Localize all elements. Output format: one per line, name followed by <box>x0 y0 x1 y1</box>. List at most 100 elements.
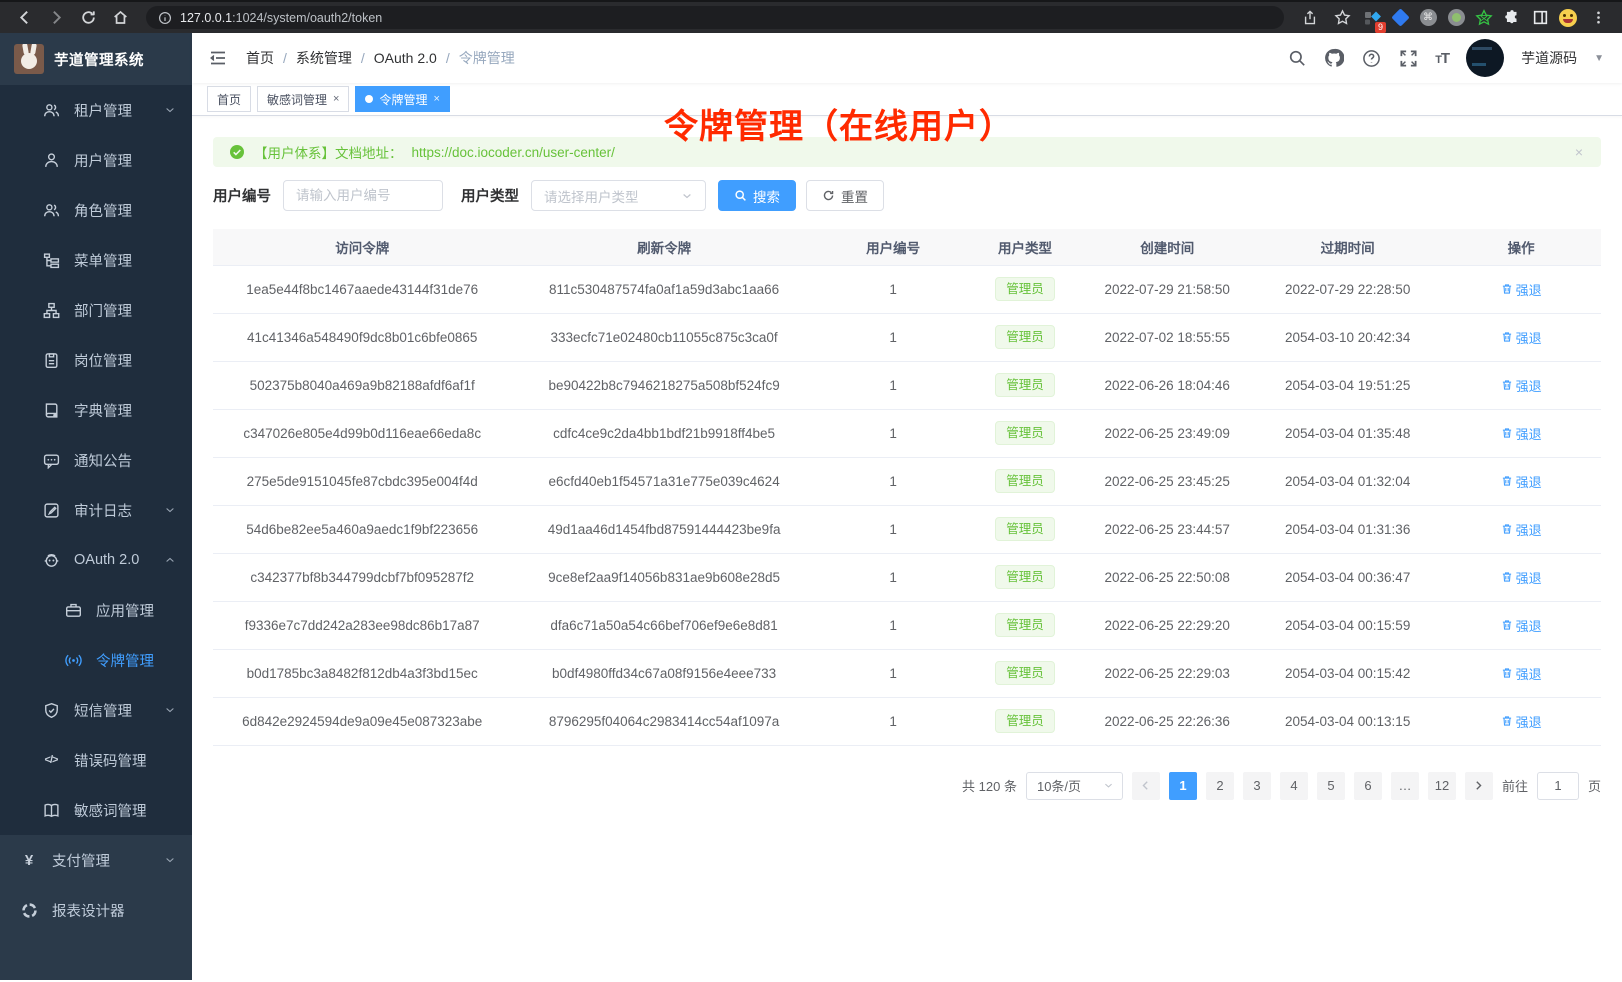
sidebar-item-角色管理[interactable]: 角色管理 <box>0 185 192 235</box>
sidebar-item-令牌管理[interactable]: 令牌管理 <box>0 635 192 685</box>
force-logout-button[interactable]: 强退 <box>1501 472 1542 491</box>
prev-page-button[interactable] <box>1132 772 1160 800</box>
token-table: 访问令牌刷新令牌用户编号用户类型创建时间过期时间操作 1ea5e44f8bc14… <box>213 229 1601 746</box>
expire-time-cell: 2022-07-29 22:28:50 <box>1254 265 1441 313</box>
breadcrumb-separator: / <box>283 50 287 66</box>
yen-icon: ¥ <box>20 851 38 869</box>
force-logout-button[interactable]: 强退 <box>1501 616 1542 635</box>
sidebar-item-label: 岗位管理 <box>74 350 132 371</box>
sidebar-item-label: 支付管理 <box>52 850 110 871</box>
force-logout-button[interactable]: 强退 <box>1501 664 1542 683</box>
force-logout-button[interactable]: 强退 <box>1501 568 1542 587</box>
sidebar-item-岗位管理[interactable]: 岗位管理 <box>0 335 192 385</box>
page-ellipsis-button[interactable]: … <box>1391 772 1419 800</box>
github-icon[interactable] <box>1324 48 1344 68</box>
sidebar-item-部门管理[interactable]: 部门管理 <box>0 285 192 335</box>
sidebar-item-短信管理[interactable]: 短信管理 <box>0 685 192 735</box>
sidebar-item-字典管理[interactable]: 字典管理 <box>0 385 192 435</box>
breadcrumb-item-系统管理[interactable]: 系统管理 <box>296 48 352 68</box>
page-button-5[interactable]: 5 <box>1317 772 1345 800</box>
force-logout-button[interactable]: 强退 <box>1501 280 1542 299</box>
browser-forward-icon[interactable] <box>42 5 70 31</box>
app-logo-row[interactable]: 芋道管理系统 <box>0 33 192 85</box>
page-size-select[interactable]: 10条/页 <box>1026 772 1123 800</box>
page-button-6[interactable]: 6 <box>1354 772 1382 800</box>
tab-敏感词管理[interactable]: 敏感词管理 × <box>257 86 349 112</box>
search-button[interactable]: 搜索 <box>718 180 796 211</box>
sidebar-item-审计日志[interactable]: 审计日志 <box>0 485 192 535</box>
force-logout-button[interactable]: 强退 <box>1501 424 1542 443</box>
reset-button[interactable]: 重置 <box>806 180 884 211</box>
force-logout-button[interactable]: 强退 <box>1501 520 1542 539</box>
browser-back-icon[interactable] <box>10 5 38 31</box>
user-avatar[interactable] <box>1466 39 1504 77</box>
user-id-input[interactable] <box>283 180 443 211</box>
user-menu-caret-icon[interactable]: ▼ <box>1594 53 1604 64</box>
page-button-4[interactable]: 4 <box>1280 772 1308 800</box>
help-icon[interactable] <box>1361 48 1381 68</box>
page-button-2[interactable]: 2 <box>1206 772 1234 800</box>
url-bar[interactable]: 127.0.0.1:1024/system/oauth2/token <box>146 6 1284 29</box>
tab-label: 敏感词管理 <box>267 91 327 108</box>
extension-gem-icon[interactable] <box>1388 6 1412 30</box>
search-icon[interactable] <box>1287 48 1307 68</box>
sidebar-item-用户管理[interactable]: 用户管理 <box>0 135 192 185</box>
browser-menu-icon[interactable] <box>1584 5 1612 31</box>
refresh-token-cell: 49d1aa46d1454fbd87591444423be9fa <box>511 505 816 553</box>
sidebar-item-菜单管理[interactable]: 菜单管理 <box>0 235 192 285</box>
alert-doc-link[interactable]: https://doc.iocoder.cn/user-center/ <box>412 145 615 160</box>
table-header-row: 访问令牌刷新令牌用户编号用户类型创建时间过期时间操作 <box>213 229 1601 265</box>
chevron-down-icon <box>164 104 176 116</box>
page-button-12[interactable]: 12 <box>1428 772 1456 800</box>
force-logout-button[interactable]: 强退 <box>1501 712 1542 731</box>
sidebar-panel-icon[interactable] <box>1528 6 1552 30</box>
page-button-1[interactable]: 1 <box>1169 772 1197 800</box>
collapse-sidebar-icon[interactable] <box>208 47 230 69</box>
action-cell: 强退 <box>1441 457 1601 505</box>
sidebar-item-应用管理[interactable]: 应用管理 <box>0 585 192 635</box>
extension-puzzle-icon[interactable] <box>1500 6 1524 30</box>
sidebar-item-通知公告[interactable]: 通知公告 <box>0 435 192 485</box>
force-logout-button[interactable]: 强退 <box>1501 376 1542 395</box>
sidebar-item-错误码管理[interactable]: </>错误码管理 <box>0 735 192 785</box>
user-id-cell: 1 <box>817 553 970 601</box>
extension-star-icon[interactable] <box>1472 6 1496 30</box>
fullscreen-icon[interactable] <box>1398 48 1418 68</box>
tab-close-icon[interactable]: × <box>433 93 439 105</box>
user-id-cell: 1 <box>817 409 970 457</box>
sidebar-item-敏感词管理[interactable]: 敏感词管理 <box>0 785 192 835</box>
badge-icon <box>42 351 60 369</box>
extension-command-icon[interactable]: ⌘ <box>1416 6 1440 30</box>
browser-reload-icon[interactable] <box>74 5 102 31</box>
goto-page-input[interactable] <box>1537 772 1579 800</box>
page-button-3[interactable]: 3 <box>1243 772 1271 800</box>
sidebar-item-OAuth 2.0[interactable]: OAuth 2.0 <box>0 535 192 585</box>
tab-首页[interactable]: 首页 <box>207 86 251 112</box>
breadcrumb-item-令牌管理: 令牌管理 <box>459 48 515 68</box>
sidebar-item-租户管理[interactable]: 租户管理 <box>0 85 192 135</box>
table-row: 41c41346a548490f9dc8b01c6bfe0865333ecfc7… <box>213 313 1601 361</box>
chevron-down-icon <box>164 704 176 716</box>
sidebar-item-报表设计器[interactable]: 报表设计器 <box>0 885 192 935</box>
page-info-icon[interactable] <box>158 11 172 25</box>
tab-close-icon[interactable]: × <box>333 93 339 105</box>
next-page-button[interactable] <box>1465 772 1493 800</box>
breadcrumb-item-OAuth 2.0[interactable]: OAuth 2.0 <box>374 50 437 66</box>
share-icon[interactable] <box>1296 5 1324 31</box>
font-size-icon[interactable]: TT <box>1435 50 1449 67</box>
extension-recorder-icon[interactable] <box>1444 6 1468 30</box>
users-icon <box>42 201 60 219</box>
code-icon: </> <box>42 751 60 769</box>
user-type-select[interactable]: 请选择用户类型 <box>531 180 706 211</box>
force-logout-button[interactable]: 强退 <box>1501 328 1542 347</box>
tab-令牌管理[interactable]: 令牌管理× <box>355 86 449 112</box>
created-time-cell: 2022-07-02 18:55:55 <box>1080 313 1254 361</box>
browser-home-icon[interactable] <box>106 5 134 31</box>
extension-dict-icon[interactable]: 9 <box>1360 6 1384 30</box>
breadcrumb-item-首页[interactable]: 首页 <box>246 48 274 68</box>
alert-close-icon[interactable]: × <box>1575 144 1583 160</box>
sidebar-item-支付管理[interactable]: ¥ 支付管理 <box>0 835 192 885</box>
profile-avatar-icon[interactable] <box>1556 6 1580 30</box>
bookmark-star-icon[interactable] <box>1328 5 1356 31</box>
page-buttons: 123456…12 <box>1169 772 1456 800</box>
